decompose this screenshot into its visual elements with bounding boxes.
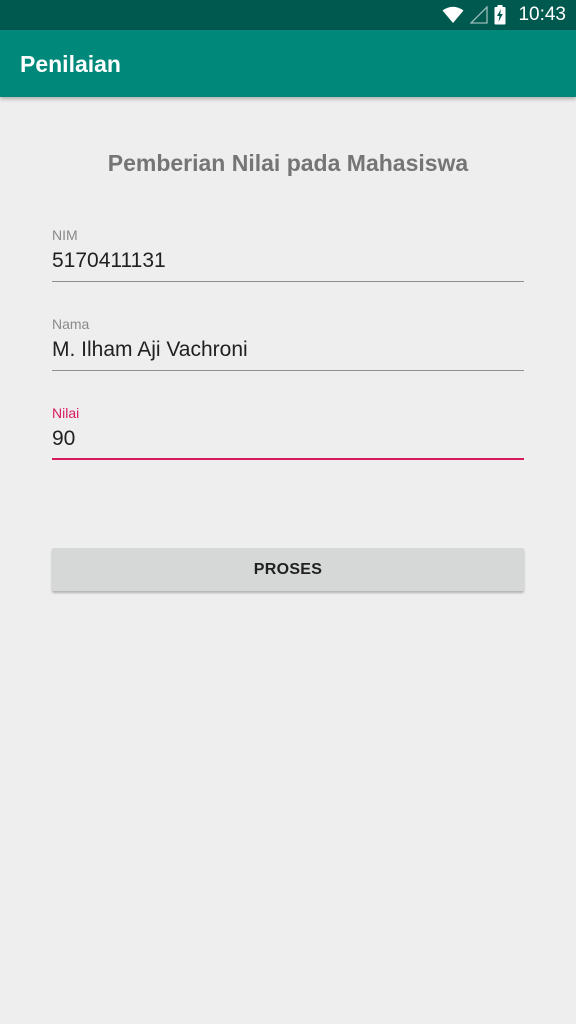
signal-icon <box>470 6 489 24</box>
status-bar: 10:43 <box>0 0 576 30</box>
nilai-underline <box>52 458 524 460</box>
nama-label: Nama <box>52 316 90 332</box>
nim-input[interactable]: 5170411131 <box>52 246 524 276</box>
nama-underline <box>52 370 524 371</box>
proses-button[interactable]: PROSES <box>52 548 524 591</box>
nilai-input[interactable]: 90 <box>52 424 524 454</box>
status-icons: 10:43 <box>442 0 566 30</box>
battery-charging-icon <box>494 5 506 25</box>
form-heading: Pemberian Nilai pada Mahasiswa <box>107 150 469 176</box>
wifi-icon <box>442 6 464 24</box>
status-time: 10:43 <box>518 4 566 25</box>
app-bar: Penilaian <box>0 30 576 97</box>
app-title: Penilaian <box>20 51 121 77</box>
nim-label: NIM <box>52 227 78 243</box>
nama-input[interactable]: M. Ilham Aji Vachroni <box>52 335 524 365</box>
nilai-label: Nilai <box>52 405 80 421</box>
nim-underline <box>52 281 524 282</box>
